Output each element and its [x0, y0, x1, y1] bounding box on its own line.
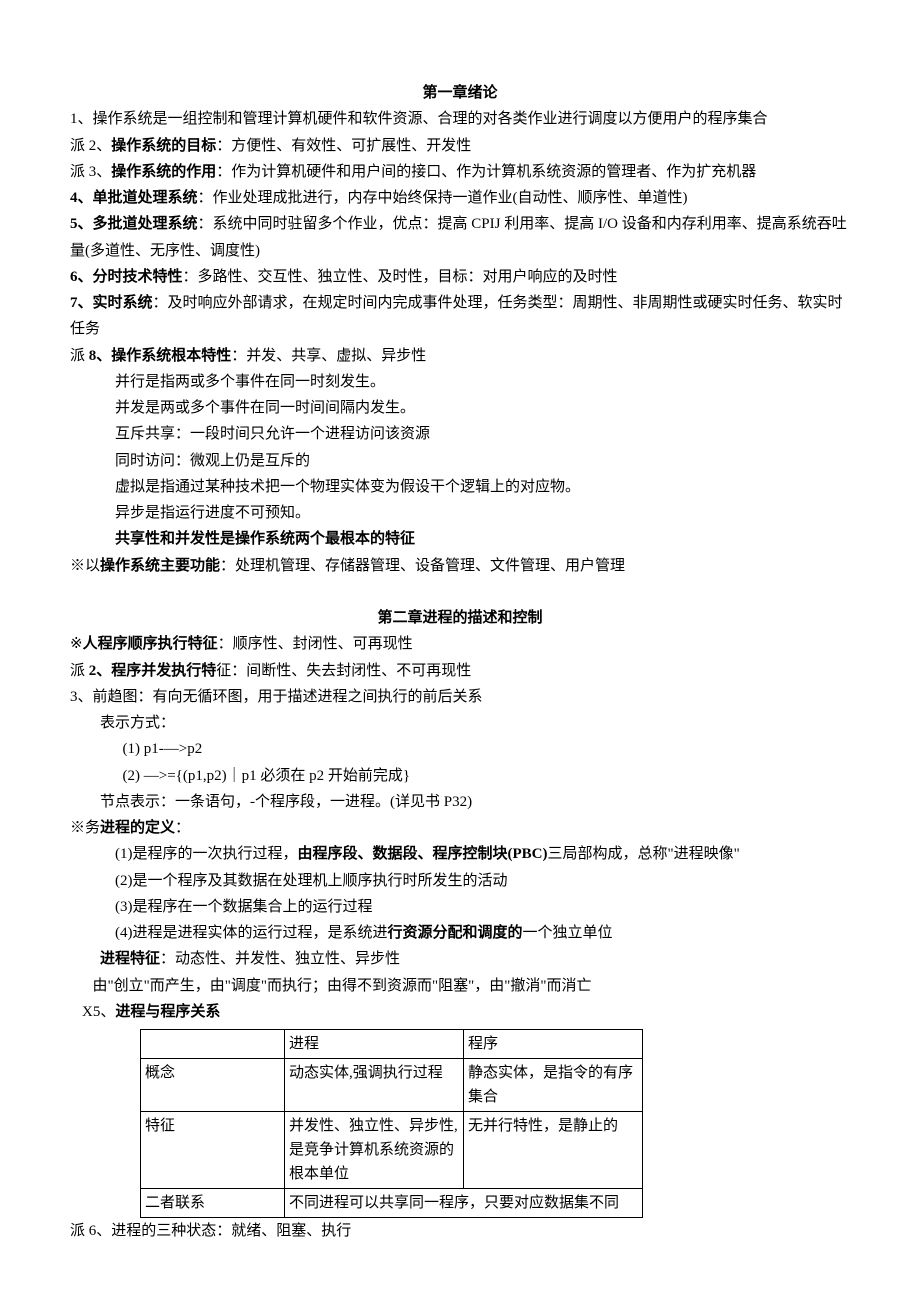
ch1-l7-bold: 、实时系统 — [78, 295, 153, 311]
ch1-l6-bold: 、分时技术特性 — [78, 269, 183, 285]
table-header-empty — [141, 1030, 285, 1059]
ch1-l8-sub1: 并行是指两或多个事件在同一时刻发生。 — [70, 369, 850, 395]
ch1-l4-rest: ：作业处理成批进行，内存中始终保持一道作业(自动性、顺序性、单道性) — [198, 190, 688, 206]
chapter2-title: 第二章进程的描述和控制 — [70, 605, 850, 631]
ch1-l8-sub7: 共享性和并发性是操作系统两个最根本的特征 — [70, 526, 850, 552]
ch2-l4-sub1-c: 三局部构成，总称"进程映像" — [548, 846, 740, 862]
ch2-line3: 3、前趋图：有向无循环图，用于描述进程之间执行的前后关系 — [70, 684, 850, 710]
ch2-l4-sub4: (4)进程是进程实体的运行过程，是系统进行资源分配和调度的一个独立单位 — [70, 920, 850, 946]
ch1-l2-bold: 操作系统的目标 — [111, 138, 216, 154]
ch2-line6: 派 6、进程的三种状态：就绪、阻塞、执行 — [70, 1218, 850, 1244]
table-row-concept: 概念 动态实体,强调执行过程 静态实体，是指令的有序集合 — [141, 1059, 643, 1112]
ch2-l1-rest: ：顺序性、封闭性、可再现性 — [218, 636, 413, 652]
ch2-l4-sub5: 进程特征：动态性、并发性、独立性、异步性 — [70, 946, 850, 972]
ch1-l7-num: 7 — [70, 295, 78, 311]
table-row-feature: 特征 并发性、独立性、异步性,是竞争计算机系统资源的根本单位 无并行特性，是静止… — [141, 1112, 643, 1189]
ch1-l6-num: 6 — [70, 269, 78, 285]
ch2-l4-sub1-b: 由程序段、数据段、程序控制块(PBC) — [298, 846, 548, 862]
ch1-l2-rest: ：方便性、有效性、可扩展性、开发性 — [216, 138, 471, 154]
ch2-l4-rest: ： — [175, 820, 190, 836]
ch1-line6: 6、分时技术特性：多路性、交互性、独立性、及时性，目标：对用户响应的及时性 — [70, 264, 850, 290]
ch1-line1: 1、操作系统是一组控制和管理计算机硬件和软件资源、合理的对各类作业进行调度以方便… — [70, 106, 850, 132]
ch2-l2-prefix: 派 — [70, 663, 89, 679]
cell-concept-process: 动态实体,强调执行过程 — [285, 1059, 464, 1112]
cell-concept-label: 概念 — [141, 1059, 285, 1112]
ch1-line2: 派 2、操作系统的目标：方便性、有效性、可扩展性、开发性 — [70, 133, 850, 159]
ch2-l3-sub3: (2) —>={(p1,p2)｜p1 必须在 p2 开始前完成} — [70, 763, 850, 789]
ch1-line4: 4、单批道处理系统：作业处理成批进行，内存中始终保持一道作业(自动性、顺序性、单… — [70, 185, 850, 211]
ch2-l1-bold: 人程序顺序执行特征 — [83, 636, 218, 652]
ch2-line5: X5、进程与程序关系 — [70, 999, 850, 1025]
ch2-l4-bold: 进程的定义 — [100, 820, 175, 836]
ch1-line7: 7、实时系统：及时响应外部请求，在规定时间内完成事件处理，任务类型：周期性、非周… — [70, 290, 850, 343]
ch1-l8-sub3: 互斥共享：一段时间只允许一个进程访问该资源 — [70, 421, 850, 447]
ch1-l2-prefix: 派 2、 — [70, 138, 111, 154]
process-program-table: 进程 程序 概念 动态实体,强调执行过程 静态实体，是指令的有序集合 特征 并发… — [140, 1029, 643, 1218]
ch2-l4-sub4-a: (4)进程是进程实体的运行过程，是系统进 — [115, 925, 388, 941]
ch2-line2: 派 2、程序并发执行特征：间断性、失去封闭性、不可再现性 — [70, 658, 850, 684]
ch2-l4-sub5-a: 进程特征 — [100, 951, 160, 967]
ch2-l3-sub1: 表示方式： — [70, 710, 850, 736]
ch1-l3-rest: ：作为计算机硬件和用户间的接口、作为计算机系统资源的管理者、作为扩充机器 — [216, 164, 756, 180]
ch2-l2-rest: 征：间断性、失去封闭性、不可再现性 — [216, 663, 471, 679]
ch2-l4-prefix: ※务 — [70, 820, 100, 836]
ch2-l3-sub4: 节点表示：一条语句，-个程序段，一进程。(详见书 P32) — [70, 789, 850, 815]
ch1-l6-rest: ：多路性、交互性、独立性、及时性，目标：对用户响应的及时性 — [183, 269, 618, 285]
ch1-l8-sub4: 同时访问：微观上仍是互斥的 — [70, 448, 850, 474]
ch1-l8-rest: ：并发、共享、虚拟、异步性 — [231, 348, 426, 364]
ch2-l4-sub4-c: 一个独立单位 — [523, 925, 613, 941]
ch2-l2-bold: 、程序并发执行特 — [96, 663, 216, 679]
ch1-l5-num: 5 — [70, 216, 78, 232]
ch1-line3: 派 3、操作系统的作用：作为计算机硬件和用户间的接口、作为计算机系统资源的管理者… — [70, 159, 850, 185]
ch2-l4-sub5-b: ：动态性、并发性、独立性、异步性 — [160, 951, 400, 967]
ch1-l4-num: 4 — [70, 190, 78, 206]
ch2-l4-sub1: (1)是程序的一次执行过程，由程序段、数据段、程序控制块(PBC)三局部构成，总… — [70, 841, 850, 867]
ch1-l5-bold: 、多批道处理系统 — [78, 216, 198, 232]
table-row-relation: 二者联系 不同进程可以共享同一程序，只要对应数据集不同 — [141, 1189, 643, 1218]
ch1-l9-rest: ：处理机管理、存储器管理、设备管理、文件管理、用户管理 — [220, 558, 625, 574]
cell-feature-program: 无并行特性，是静止的 — [464, 1112, 643, 1189]
cell-relation-value: 不同进程可以共享同一程序，只要对应数据集不同 — [285, 1189, 643, 1218]
ch2-l4-sub2: (2)是一个程序及其数据在处理机上顺序执行时所发生的活动 — [70, 868, 850, 894]
chapter1-title: 第一章绪论 — [70, 80, 850, 106]
ch2-l1-prefix: ※ — [70, 636, 83, 652]
ch2-line4: ※务进程的定义： — [70, 815, 850, 841]
ch1-l8-bold: 、操作系统根本特性 — [96, 348, 231, 364]
cell-feature-label: 特征 — [141, 1112, 285, 1189]
ch2-l4-sub4-b: 行资源分配和调度的 — [388, 925, 523, 941]
ch2-l4-sub1-a: (1)是程序的一次执行过程， — [115, 846, 298, 862]
ch2-line1: ※人程序顺序执行特征：顺序性、封闭性、可再现性 — [70, 631, 850, 657]
ch2-l3-sub2: (1) p1-—>p2 — [70, 736, 850, 762]
ch1-l8-sub5: 虚拟是指通过某种技术把一个物理实体变为假设干个逻辑上的对应物。 — [70, 474, 850, 500]
ch2-l5-prefix: X5、 — [82, 1004, 115, 1020]
ch1-l9-bold: 操作系统主要功能 — [100, 558, 220, 574]
table-header-process: 进程 — [285, 1030, 464, 1059]
cell-concept-program: 静态实体，是指令的有序集合 — [464, 1059, 643, 1112]
table-header-program: 程序 — [464, 1030, 643, 1059]
ch1-l4-bold: 、单批道处理系统 — [78, 190, 198, 206]
ch2-l4-sub3: (3)是程序在一个数据集合上的运行过程 — [70, 894, 850, 920]
ch1-l3-prefix: 派 3、 — [70, 164, 111, 180]
ch2-l4-sub6: 由"创立"而产生，由"调度"而执行；由得不到资源而"阻塞"，由"撤消"而消亡 — [70, 973, 850, 999]
ch1-line9: ※以操作系统主要功能：处理机管理、存储器管理、设备管理、文件管理、用户管理 — [70, 553, 850, 579]
ch1-line5: 5、多批道处理系统：系统中同时驻留多个作业，优点：提高 CPIJ 利用率、提高 … — [70, 211, 850, 264]
ch1-line8: 派 8、操作系统根本特性：并发、共享、虚拟、异步性 — [70, 343, 850, 369]
ch1-l8-sub6: 异步是指运行进度不可预知。 — [70, 500, 850, 526]
ch1-l3-bold: 操作系统的作用 — [111, 164, 216, 180]
ch2-l5-bold: 进程与程序关系 — [115, 1004, 220, 1020]
table-header-row: 进程 程序 — [141, 1030, 643, 1059]
ch1-l8-prefix: 派 — [70, 348, 89, 364]
cell-feature-process: 并发性、独立性、异步性,是竞争计算机系统资源的根本单位 — [285, 1112, 464, 1189]
ch1-l7-rest: ：及时响应外部请求，在规定时间内完成事件处理，任务类型：周期性、非周期性或硬实时… — [70, 295, 843, 337]
ch1-l9-prefix: ※以 — [70, 558, 100, 574]
ch1-l8-sub2: 并发是两或多个事件在同一时间间隔内发生。 — [70, 395, 850, 421]
cell-relation-label: 二者联系 — [141, 1189, 285, 1218]
